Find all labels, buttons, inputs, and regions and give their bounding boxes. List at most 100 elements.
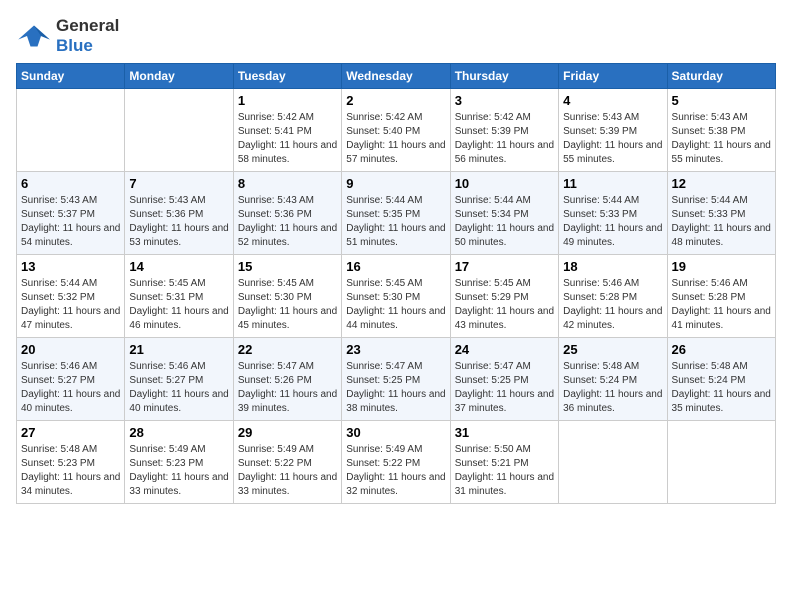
calendar-cell: 26Sunrise: 5:48 AMSunset: 5:24 PMDayligh… [667,338,775,421]
calendar-cell: 7Sunrise: 5:43 AMSunset: 5:36 PMDaylight… [125,172,233,255]
cell-text: Sunset: 5:26 PM [238,374,337,388]
calendar-table: SundayMondayTuesdayWednesdayThursdayFrid… [16,63,776,504]
cell-text: Daylight: 11 hours and 50 minutes. [455,222,554,250]
day-number: 20 [21,342,120,357]
cell-text: Sunset: 5:39 PM [563,125,662,139]
calendar-cell: 8Sunrise: 5:43 AMSunset: 5:36 PMDaylight… [233,172,341,255]
logo-line2: Blue [56,36,119,56]
cell-text: Daylight: 11 hours and 54 minutes. [21,222,120,250]
cell-text: Daylight: 11 hours and 53 minutes. [129,222,228,250]
cell-text: Sunset: 5:36 PM [238,208,337,222]
cell-text: Sunrise: 5:46 AM [672,277,771,291]
calendar-header-row: SundayMondayTuesdayWednesdayThursdayFrid… [17,64,776,89]
calendar-cell: 20 Sunrise: 5:46 AMSunset: 5:27 PMDayligh… [17,338,125,421]
calendar-cell: 4 Sunrise: 5:43 AMSunset: 5:39 PMDaylight… [559,89,667,172]
calendar-cell: 25Sunrise: 5:48 AMSunset: 5:24 PMDayligh… [559,338,667,421]
cell-text: Sunrise: 5:46 AM [21,360,120,374]
cell-text: Daylight: 11 hours and 44 minutes. [346,305,445,333]
calendar-cell: 5Sunrise: 5:43 AMSunset: 5:38 PMDaylight… [667,89,775,172]
calendar-cell: 12Sunrise: 5:44 AMSunset: 5:33 PMDayligh… [667,172,775,255]
day-number: 5 [672,93,771,108]
day-number: 1 [238,93,337,108]
cell-text: Sunset: 5:35 PM [346,208,445,222]
cell-text: Sunset: 5:40 PM [346,125,445,139]
calendar-cell: 10Sunrise: 5:44 AMSunset: 5:34 PMDayligh… [450,172,558,255]
cell-text: Sunset: 5:33 PM [563,208,662,222]
day-number: 29 [238,425,337,440]
cell-text: Sunset: 5:32 PM [21,291,120,305]
cell-text: Daylight: 11 hours and 57 minutes. [346,139,445,167]
cell-text: Sunrise: 5:49 AM [346,443,445,457]
calendar-cell: 27Sunrise: 5:48 AMSunset: 5:23 PMDayligh… [17,421,125,504]
cell-text: Daylight: 11 hours and 55 minutes. [672,139,771,167]
calendar-cell: 28Sunrise: 5:49 AMSunset: 5:23 PMDayligh… [125,421,233,504]
cell-text: Sunrise: 5:43 AM [129,194,228,208]
cell-text: Sunrise: 5:44 AM [346,194,445,208]
cell-text: Daylight: 11 hours and 40 minutes. [21,388,120,416]
calendar-cell: 30Sunrise: 5:49 AMSunset: 5:22 PMDayligh… [342,421,450,504]
cell-text: Sunset: 5:23 PM [129,457,228,471]
day-number: 23 [346,342,445,357]
cell-text: Sunset: 5:22 PM [346,457,445,471]
week-row-2: 6Sunrise: 5:43 AMSunset: 5:37 PMDaylight… [17,172,776,255]
day-number: 4 [563,93,662,108]
calendar-cell: 18Sunrise: 5:46 AMSunset: 5:28 PMDayligh… [559,255,667,338]
cell-text: Daylight: 11 hours and 55 minutes. [563,139,662,167]
cell-text: Daylight: 11 hours and 58 minutes. [238,139,337,167]
day-number: 16 [346,259,445,274]
cell-text: Daylight: 11 hours and 33 minutes. [129,471,228,499]
calendar-cell [125,89,233,172]
day-number: 18 [563,259,662,274]
cell-text: Daylight: 11 hours and 42 minutes. [563,305,662,333]
calendar-cell: 24Sunrise: 5:47 AMSunset: 5:25 PMDayligh… [450,338,558,421]
calendar-cell: 14Sunrise: 5:45 AMSunset: 5:31 PMDayligh… [125,255,233,338]
logo: General Blue [16,16,119,55]
cell-text: Sunrise: 5:42 AM [238,111,337,125]
day-number: 31 [455,425,554,440]
cell-text: Sunset: 5:33 PM [672,208,771,222]
calendar-cell: 17Sunrise: 5:45 AMSunset: 5:29 PMDayligh… [450,255,558,338]
day-header-monday: Monday [125,64,233,89]
cell-text: Daylight: 11 hours and 41 minutes. [672,305,771,333]
cell-text: Sunrise: 5:46 AM [129,360,228,374]
cell-text: Sunrise: 5:48 AM [563,360,662,374]
cell-text: Sunset: 5:31 PM [129,291,228,305]
cell-text: Sunrise: 5:48 AM [21,443,120,457]
calendar-cell: 1Sunrise: 5:42 AMSunset: 5:41 PMDaylight… [233,89,341,172]
cell-text: Sunset: 5:25 PM [346,374,445,388]
day-number: 3 [455,93,554,108]
day-number: 9 [346,176,445,191]
cell-text: Sunrise: 5:50 AM [455,443,554,457]
calendar-cell [17,89,125,172]
cell-text: Sunset: 5:24 PM [563,374,662,388]
cell-text: Sunrise: 5:47 AM [455,360,554,374]
cell-text: Sunrise: 5:49 AM [129,443,228,457]
cell-text: Sunset: 5:27 PM [21,374,120,388]
cell-text: Sunrise: 5:44 AM [672,194,771,208]
calendar-cell: 21Sunrise: 5:46 AMSunset: 5:27 PMDayligh… [125,338,233,421]
cell-text: Sunrise: 5:47 AM [238,360,337,374]
cell-text: Sunrise: 5:45 AM [455,277,554,291]
calendar-cell: 6Sunrise: 5:43 AMSunset: 5:37 PMDaylight… [17,172,125,255]
cell-text: Sunrise: 5:42 AM [455,111,554,125]
logo-bird-icon [16,22,52,50]
week-row-4: 20Sunrise: 5:46 AMSunset: 5:27 PMDayligh… [17,338,776,421]
cell-text: Sunrise: 5:44 AM [563,194,662,208]
cell-text: Daylight: 11 hours and 47 minutes. [21,305,120,333]
week-row-3: 13Sunrise: 5:44 AMSunset: 5:32 PMDayligh… [17,255,776,338]
calendar-cell: 15Sunrise: 5:45 AMSunset: 5:30 PMDayligh… [233,255,341,338]
calendar-cell: 11Sunrise: 5:44 AMSunset: 5:33 PMDayligh… [559,172,667,255]
cell-text: Sunrise: 5:43 AM [563,111,662,125]
calendar-cell [667,421,775,504]
day-header-friday: Friday [559,64,667,89]
cell-text: Sunrise: 5:43 AM [672,111,771,125]
cell-text: Daylight: 11 hours and 34 minutes. [21,471,120,499]
day-number: 11 [563,176,662,191]
cell-text: Daylight: 11 hours and 35 minutes. [672,388,771,416]
day-number: 2 [346,93,445,108]
day-number: 10 [455,176,554,191]
cell-text: Sunrise: 5:45 AM [346,277,445,291]
day-number: 7 [129,176,228,191]
cell-text: Sunset: 5:27 PM [129,374,228,388]
calendar-cell: 9Sunrise: 5:44 AMSunset: 5:35 PMDaylight… [342,172,450,255]
